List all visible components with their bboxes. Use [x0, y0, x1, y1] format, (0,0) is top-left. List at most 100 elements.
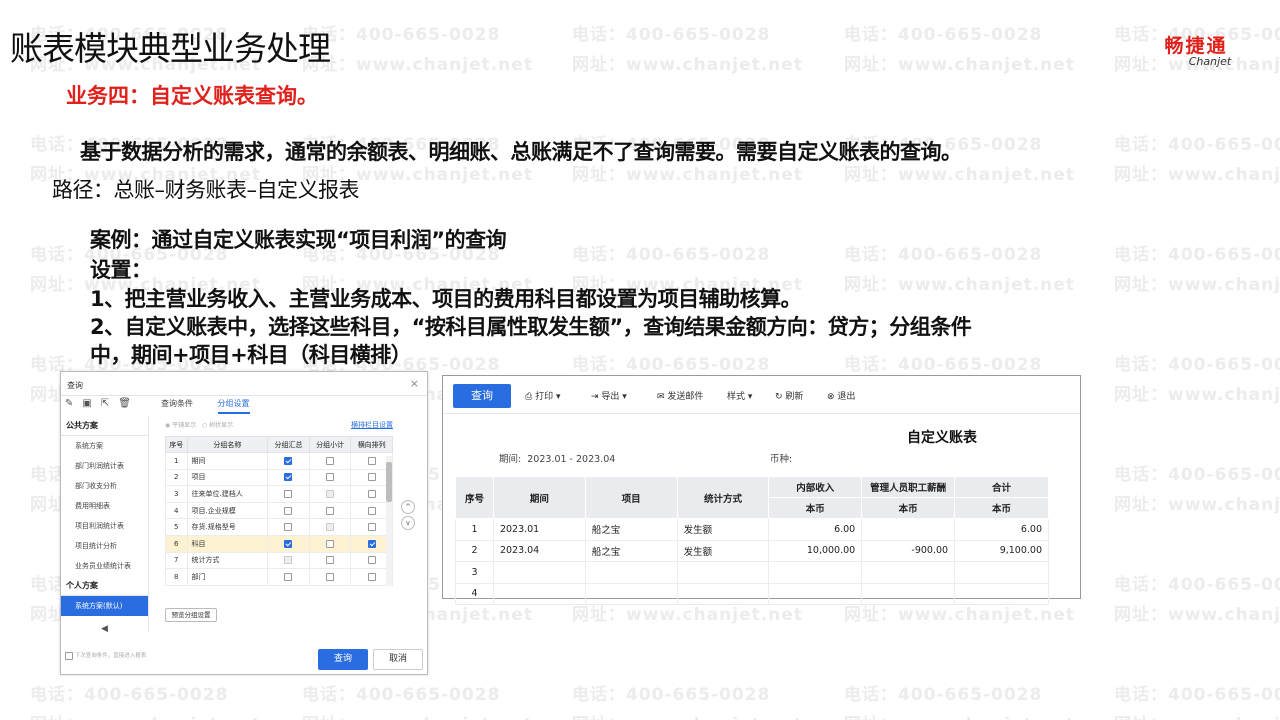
- table-row[interactable]: 7 统计方式: [165, 551, 393, 570]
- cell-salary: -900.00: [861, 539, 956, 562]
- section-heading: 业务四：自定义账表查询。: [66, 84, 318, 108]
- report-query-button[interactable]: 查询: [453, 384, 511, 408]
- checkbox[interactable]: [326, 572, 335, 581]
- col-total: 合计: [954, 476, 1049, 498]
- checkbox[interactable]: [367, 473, 376, 482]
- checkbox[interactable]: [284, 489, 293, 498]
- radio-icon[interactable]: ◉: [165, 422, 170, 429]
- checkbox[interactable]: [326, 489, 335, 498]
- watermark-phone: 电话：400-665-0028: [844, 685, 1043, 705]
- table-row[interactable]: 2 项目: [165, 468, 393, 487]
- cell-salary: [861, 518, 956, 541]
- opt-tree[interactable]: 树状显示: [209, 422, 233, 429]
- footer-note: 下次查询条件，直接进入报表: [65, 651, 146, 660]
- collapse-icon[interactable]: ◀: [101, 624, 108, 634]
- grouping-table: 序号 分组名称 分组汇总 分组小计 横向排列 1 期间 2 项目 3 往来单位.建档人 4 项目.企业…: [165, 436, 393, 586]
- group-subtotal-cell: [308, 485, 352, 503]
- table-row[interactable]: 1 期间: [165, 452, 393, 470]
- save-icon[interactable]: ▣: [82, 398, 91, 409]
- checkbox[interactable]: [326, 539, 335, 548]
- column-settings-link[interactable]: 横排栏目设置: [351, 420, 393, 430]
- checkbox[interactable]: [367, 556, 376, 565]
- sidebar-item[interactable]: 业务员业绩统计表: [61, 556, 148, 576]
- checkbox[interactable]: [284, 473, 293, 482]
- table-row[interactable]: 4 项目.企业规模: [165, 501, 393, 520]
- chevron-down-icon[interactable]: v: [401, 516, 415, 530]
- checkbox[interactable]: [284, 456, 293, 465]
- watermark-site: 网址：www.chanjet.net: [302, 55, 533, 75]
- chevron-up-icon[interactable]: ^: [401, 500, 415, 514]
- checkbox[interactable]: [326, 523, 335, 532]
- email-button[interactable]: ✉ 发送邮件: [657, 389, 703, 402]
- watermark-phone: 电话：400-665-0028: [1114, 685, 1280, 705]
- table-row[interactable]: 8 部门: [165, 568, 393, 586]
- exit-button[interactable]: ⊗ 退出: [827, 389, 855, 402]
- sidebar-item[interactable]: 部门利润统计表: [61, 456, 148, 476]
- opt-flat[interactable]: 平铺显示: [172, 422, 196, 429]
- edit-icon[interactable]: ✎: [65, 398, 73, 409]
- cell-salary: [861, 582, 956, 605]
- sidebar-item[interactable]: 系统方案: [61, 436, 148, 456]
- checkbox[interactable]: [326, 506, 335, 515]
- checkbox[interactable]: [367, 489, 376, 498]
- group-name: 统计方式: [186, 551, 269, 570]
- checkbox[interactable]: [367, 506, 376, 515]
- sidebar-item[interactable]: 项目统计分析: [61, 536, 148, 556]
- scrollbar[interactable]: [386, 456, 392, 586]
- cell-income: [768, 561, 863, 584]
- grouping-col-header: 分组名称: [186, 436, 269, 453]
- table-row: 1 2023.01 船之宝 发生额 6.00 6.00: [455, 518, 1049, 541]
- tab-grouping[interactable]: 分组设置: [217, 399, 250, 414]
- checkbox[interactable]: [367, 539, 376, 548]
- watermark-phone: 电话：400-665-0028: [844, 25, 1043, 45]
- print-label: 打印: [535, 392, 554, 402]
- checkbox[interactable]: [65, 651, 73, 660]
- custom-report: 查询 ⎙ 打印 ▾ ⇥ 导出 ▾ ✉ 发送邮件 样式 ▾ ↻ 刷新 ⊗ 退出 自…: [442, 375, 1081, 605]
- watermark-phone: 电话：400-665-0028: [844, 245, 1043, 265]
- checkbox[interactable]: [284, 539, 293, 548]
- checkbox[interactable]: [326, 456, 335, 465]
- row-no: 3: [165, 485, 188, 503]
- checkbox[interactable]: [284, 572, 293, 581]
- group-sum-cell: [267, 568, 310, 586]
- sidebar-group: 个人方案: [61, 576, 148, 596]
- checkbox[interactable]: [284, 556, 293, 565]
- table-row[interactable]: 3 往来单位.建档人: [165, 485, 393, 503]
- checkbox[interactable]: [367, 456, 376, 465]
- grouping-col-header: 分组汇总: [267, 436, 310, 453]
- sidebar-item[interactable]: 部门收支分析: [61, 476, 148, 496]
- row-no: 6: [165, 534, 188, 553]
- watermark-phone: 电话：400-665-0028: [30, 685, 229, 705]
- group-name: 部门: [186, 568, 269, 586]
- watermark-phone: 电话：400-665-0028: [572, 355, 771, 375]
- sidebar-item[interactable]: 系统方案(默认): [61, 596, 148, 616]
- step-2-cont: 中，期间+项目+科目（科目横排）: [90, 343, 412, 367]
- close-circle-icon: ⊗: [827, 392, 835, 402]
- sidebar-item[interactable]: 费用明细表: [61, 496, 148, 516]
- style-button[interactable]: 样式 ▾: [727, 389, 752, 402]
- checkbox[interactable]: [326, 473, 335, 482]
- preview-grouping-button[interactable]: 预览分组设置: [165, 608, 217, 622]
- watermark-site: 网址：www.chanjet.net: [844, 55, 1075, 75]
- export-button[interactable]: ⇥ 导出 ▾: [591, 389, 627, 402]
- table-row[interactable]: 5 存货.规格型号: [165, 518, 393, 536]
- close-icon[interactable]: ×: [410, 377, 419, 390]
- query-button[interactable]: 查询: [318, 649, 368, 670]
- print-button[interactable]: ⎙ 打印 ▾: [525, 389, 560, 402]
- checkbox[interactable]: [284, 523, 293, 532]
- checkbox[interactable]: [367, 572, 376, 581]
- checkbox[interactable]: [284, 506, 293, 515]
- radio-icon[interactable]: ○: [202, 422, 207, 429]
- checkbox[interactable]: [326, 556, 335, 565]
- delete-icon[interactable]: 🗑: [118, 398, 131, 409]
- cancel-button[interactable]: 取消: [373, 649, 423, 670]
- tab-query-conditions[interactable]: 查询条件: [161, 399, 193, 408]
- sidebar-item[interactable]: 项目利润统计表: [61, 516, 148, 536]
- table-row: 2 2023.04 船之宝 发生额 10,000.00 -900.00 9,100.00: [455, 539, 1049, 562]
- scrollbar-thumb[interactable]: [386, 462, 392, 502]
- table-row[interactable]: 6 科目: [165, 534, 393, 553]
- export-icon[interactable]: ⇱: [101, 398, 109, 409]
- checkbox[interactable]: [367, 523, 376, 532]
- cell-project: 船之宝: [584, 518, 678, 541]
- refresh-button[interactable]: ↻ 刷新: [775, 389, 803, 402]
